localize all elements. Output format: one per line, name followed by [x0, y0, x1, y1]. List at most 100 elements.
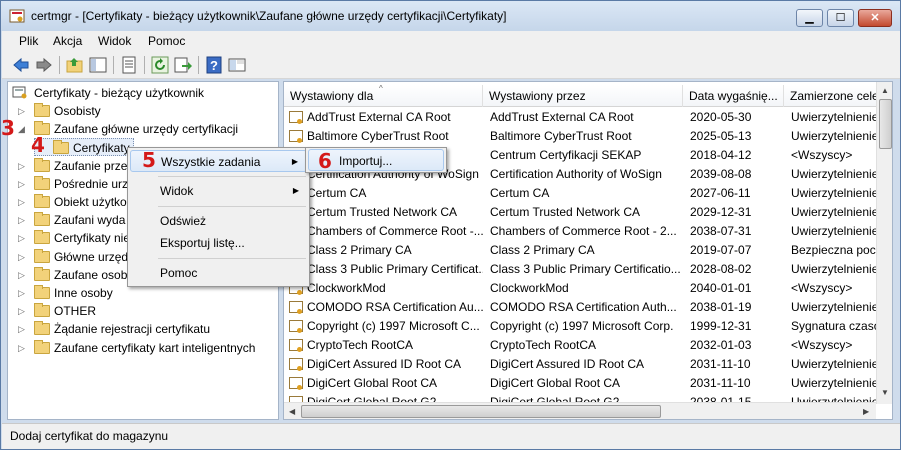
menu-akcja[interactable]: Akcja [53, 34, 82, 48]
show-hide-tree-icon[interactable] [88, 55, 108, 75]
tree-item-label: OTHER [54, 304, 96, 319]
status-bar: Dodaj certyfikat do magazynu [2, 423, 900, 449]
cell-purposes: Uwierzytelnienie [791, 262, 876, 276]
cell-issued-by: Certum CA [490, 186, 550, 200]
folder-icon [53, 140, 69, 155]
tree-item-label: Zaufanie przed [54, 158, 135, 173]
column-purposes[interactable]: Zamierzone cele [784, 85, 876, 107]
submenu-arrow-icon: ▶ [291, 157, 298, 166]
cell-issued-by: Chambers of Commerce Root - 2... [490, 224, 677, 238]
cell-purposes: Bezpieczna pocz [791, 243, 876, 257]
menu-pomoc[interactable]: Pomoc [148, 34, 185, 48]
tree-expander-icon[interactable]: ▷ [18, 193, 28, 211]
list-header: Wystawiony dla ^ Wystawiony przez Data wy… [284, 85, 876, 107]
tree-expander-icon[interactable]: ▷ [18, 248, 28, 266]
help-icon[interactable]: ? [204, 55, 224, 75]
scroll-up-icon[interactable]: ▲ [881, 86, 889, 95]
tree-expander-icon[interactable]: ▷ [18, 284, 28, 302]
menu-item-export-list[interactable]: Eksportuj listę... [130, 232, 307, 254]
tree-expander-icon[interactable]: ▷ [18, 102, 28, 120]
certificate-list: Wystawiony dla ^ Wystawiony przez Data wy… [283, 81, 893, 420]
cell-issued-to: DigiCert Global Root CA [307, 376, 438, 390]
cell-issued-to: AddTrust External CA Root [307, 110, 451, 124]
tree-item[interactable]: Certyfikaty [34, 138, 134, 157]
export-list-icon[interactable] [173, 55, 193, 75]
table-row[interactable]: ClockworkMod ClockworkMod 2040-01-01 <Wszys… [284, 279, 876, 298]
tree-expander-icon[interactable]: ▷ [18, 339, 28, 357]
cell-issued-to: DigiCert Assured ID Root CA [307, 357, 462, 371]
tree-item-label: Certyfikaty nie [54, 231, 131, 246]
toolbar-separator [113, 56, 114, 74]
menu-item-view[interactable]: Widok ▶ [130, 180, 307, 202]
scroll-down-icon[interactable]: ▼ [881, 388, 889, 397]
horizontal-scrollbar[interactable]: ◀ ▶ [284, 402, 876, 419]
horizontal-scroll-thumb[interactable] [301, 405, 661, 418]
folder-icon [34, 303, 50, 318]
table-row[interactable]: AddTrust External CA Root AddTrust Extern… [284, 108, 876, 127]
table-row[interactable]: DigiCert Global Root CA DigiCert Global R… [284, 374, 876, 393]
column-expiration-label: Data wygaśnię... [689, 89, 778, 103]
tree-item-label: Osobisty [54, 104, 101, 118]
table-row[interactable]: Copyright (c) 1997 Microsoft C... Copyrig… [284, 317, 876, 336]
table-row[interactable]: CryptoTech RootCA CryptoTech RootCA 2032-0… [284, 336, 876, 355]
table-row[interactable]: Chambers of Commerce Root -... Chambers o… [284, 222, 876, 241]
cell-issued-to: Class 3 Public Primary Certificat... [307, 262, 483, 276]
minimize-button[interactable]: ▁ [796, 9, 823, 27]
tree-expander-icon[interactable]: ▷ [18, 320, 28, 338]
cell-purposes: Uwierzytelnienie [791, 376, 876, 390]
folder-icon [34, 248, 50, 263]
menu-item-help[interactable]: Pomoc [130, 262, 307, 284]
column-issued-by[interactable]: Wystawiony przez [483, 85, 683, 107]
sort-ascending-icon: ^ [379, 85, 383, 93]
cell-expiration: 2038-07-31 [690, 224, 752, 238]
menu-plik[interactable]: Plik [19, 34, 38, 48]
up-folder-icon[interactable] [65, 55, 85, 75]
tree-expander-icon[interactable]: ▷ [18, 211, 28, 229]
column-expiration[interactable]: Data wygaśnię... [683, 85, 784, 107]
table-row[interactable]: Class 3 Public Primary Certificat... Clas… [284, 260, 876, 279]
certificate-icon [289, 377, 303, 390]
menu-item-help-label: Pomoc [160, 266, 198, 280]
tree-item-label: Pośrednie urzę [54, 176, 135, 191]
title-bar[interactable]: certmgr - [Certyfikaty - bieżący użytkow… [1, 1, 900, 31]
scroll-left-icon[interactable]: ◀ [289, 407, 295, 416]
scroll-right-icon[interactable]: ▶ [863, 407, 869, 416]
vertical-scrollbar[interactable]: ▲ ▼ [876, 82, 892, 404]
column-purposes-label: Zamierzone cele [790, 89, 876, 103]
column-issued-to[interactable]: Wystawiony dla ^ [284, 85, 483, 107]
tree-expander-icon[interactable]: ▷ [18, 302, 28, 320]
menu-item-all-tasks[interactable]: Wszystkie zadania ▶ [130, 150, 307, 172]
table-row[interactable]: DigiCert Assured ID Root CA DigiCert Assu… [284, 355, 876, 374]
cell-purposes: <Wszyscy> [791, 148, 853, 162]
table-row[interactable]: Baltimore CyberTrust Root Baltimore Cyber… [284, 127, 876, 146]
tree-expander-icon[interactable]: ▷ [18, 266, 28, 284]
back-arrow-icon[interactable] [11, 55, 31, 75]
table-row[interactable]: Class 2 Primary CA Class 2 Primary CA 2019… [284, 241, 876, 260]
cell-issued-by: Certification Authority of WoSign [490, 167, 662, 181]
forward-arrow-icon[interactable] [34, 55, 54, 75]
table-row[interactable]: Certum CA Certum CA 2027-06-11 Uwierzytelni… [284, 184, 876, 203]
tree-expander-icon[interactable]: ▷ [18, 175, 28, 193]
tree-item-label: Certyfikaty [73, 141, 130, 156]
vertical-scroll-thumb[interactable] [879, 99, 892, 149]
table-row[interactable]: COMODO RSA Certification Au... COMODO RSA… [284, 298, 876, 317]
tree-expander-icon[interactable]: ▷ [18, 157, 28, 175]
maximize-button[interactable]: ☐ [827, 9, 854, 27]
menu-widok[interactable]: Widok [98, 34, 131, 48]
refresh-icon[interactable] [150, 55, 170, 75]
toolbar-separator [144, 56, 145, 74]
properties-icon[interactable] [119, 55, 139, 75]
tree-expander-icon[interactable]: ◢ [18, 120, 28, 138]
close-button[interactable]: ✕ [858, 9, 892, 27]
certificate-icon [289, 339, 303, 352]
status-text: Dodaj certyfikat do magazynu [10, 429, 169, 443]
tree-item-label: Zaufane certyfikaty kart inteligentnych [54, 340, 256, 355]
table-row[interactable]: Certum Trusted Network CA Certum Trusted … [284, 203, 876, 222]
cell-issued-to: Certum CA [307, 186, 367, 200]
column-issued-by-label: Wystawiony przez [489, 89, 586, 103]
tree-expander-icon[interactable]: ▷ [18, 229, 28, 247]
mmc-icon[interactable] [227, 55, 247, 75]
cell-expiration: 2038-01-19 [690, 300, 752, 314]
menu-item-refresh[interactable]: Odśwież [130, 210, 307, 232]
cell-expiration: 2018-04-12 [690, 148, 752, 162]
